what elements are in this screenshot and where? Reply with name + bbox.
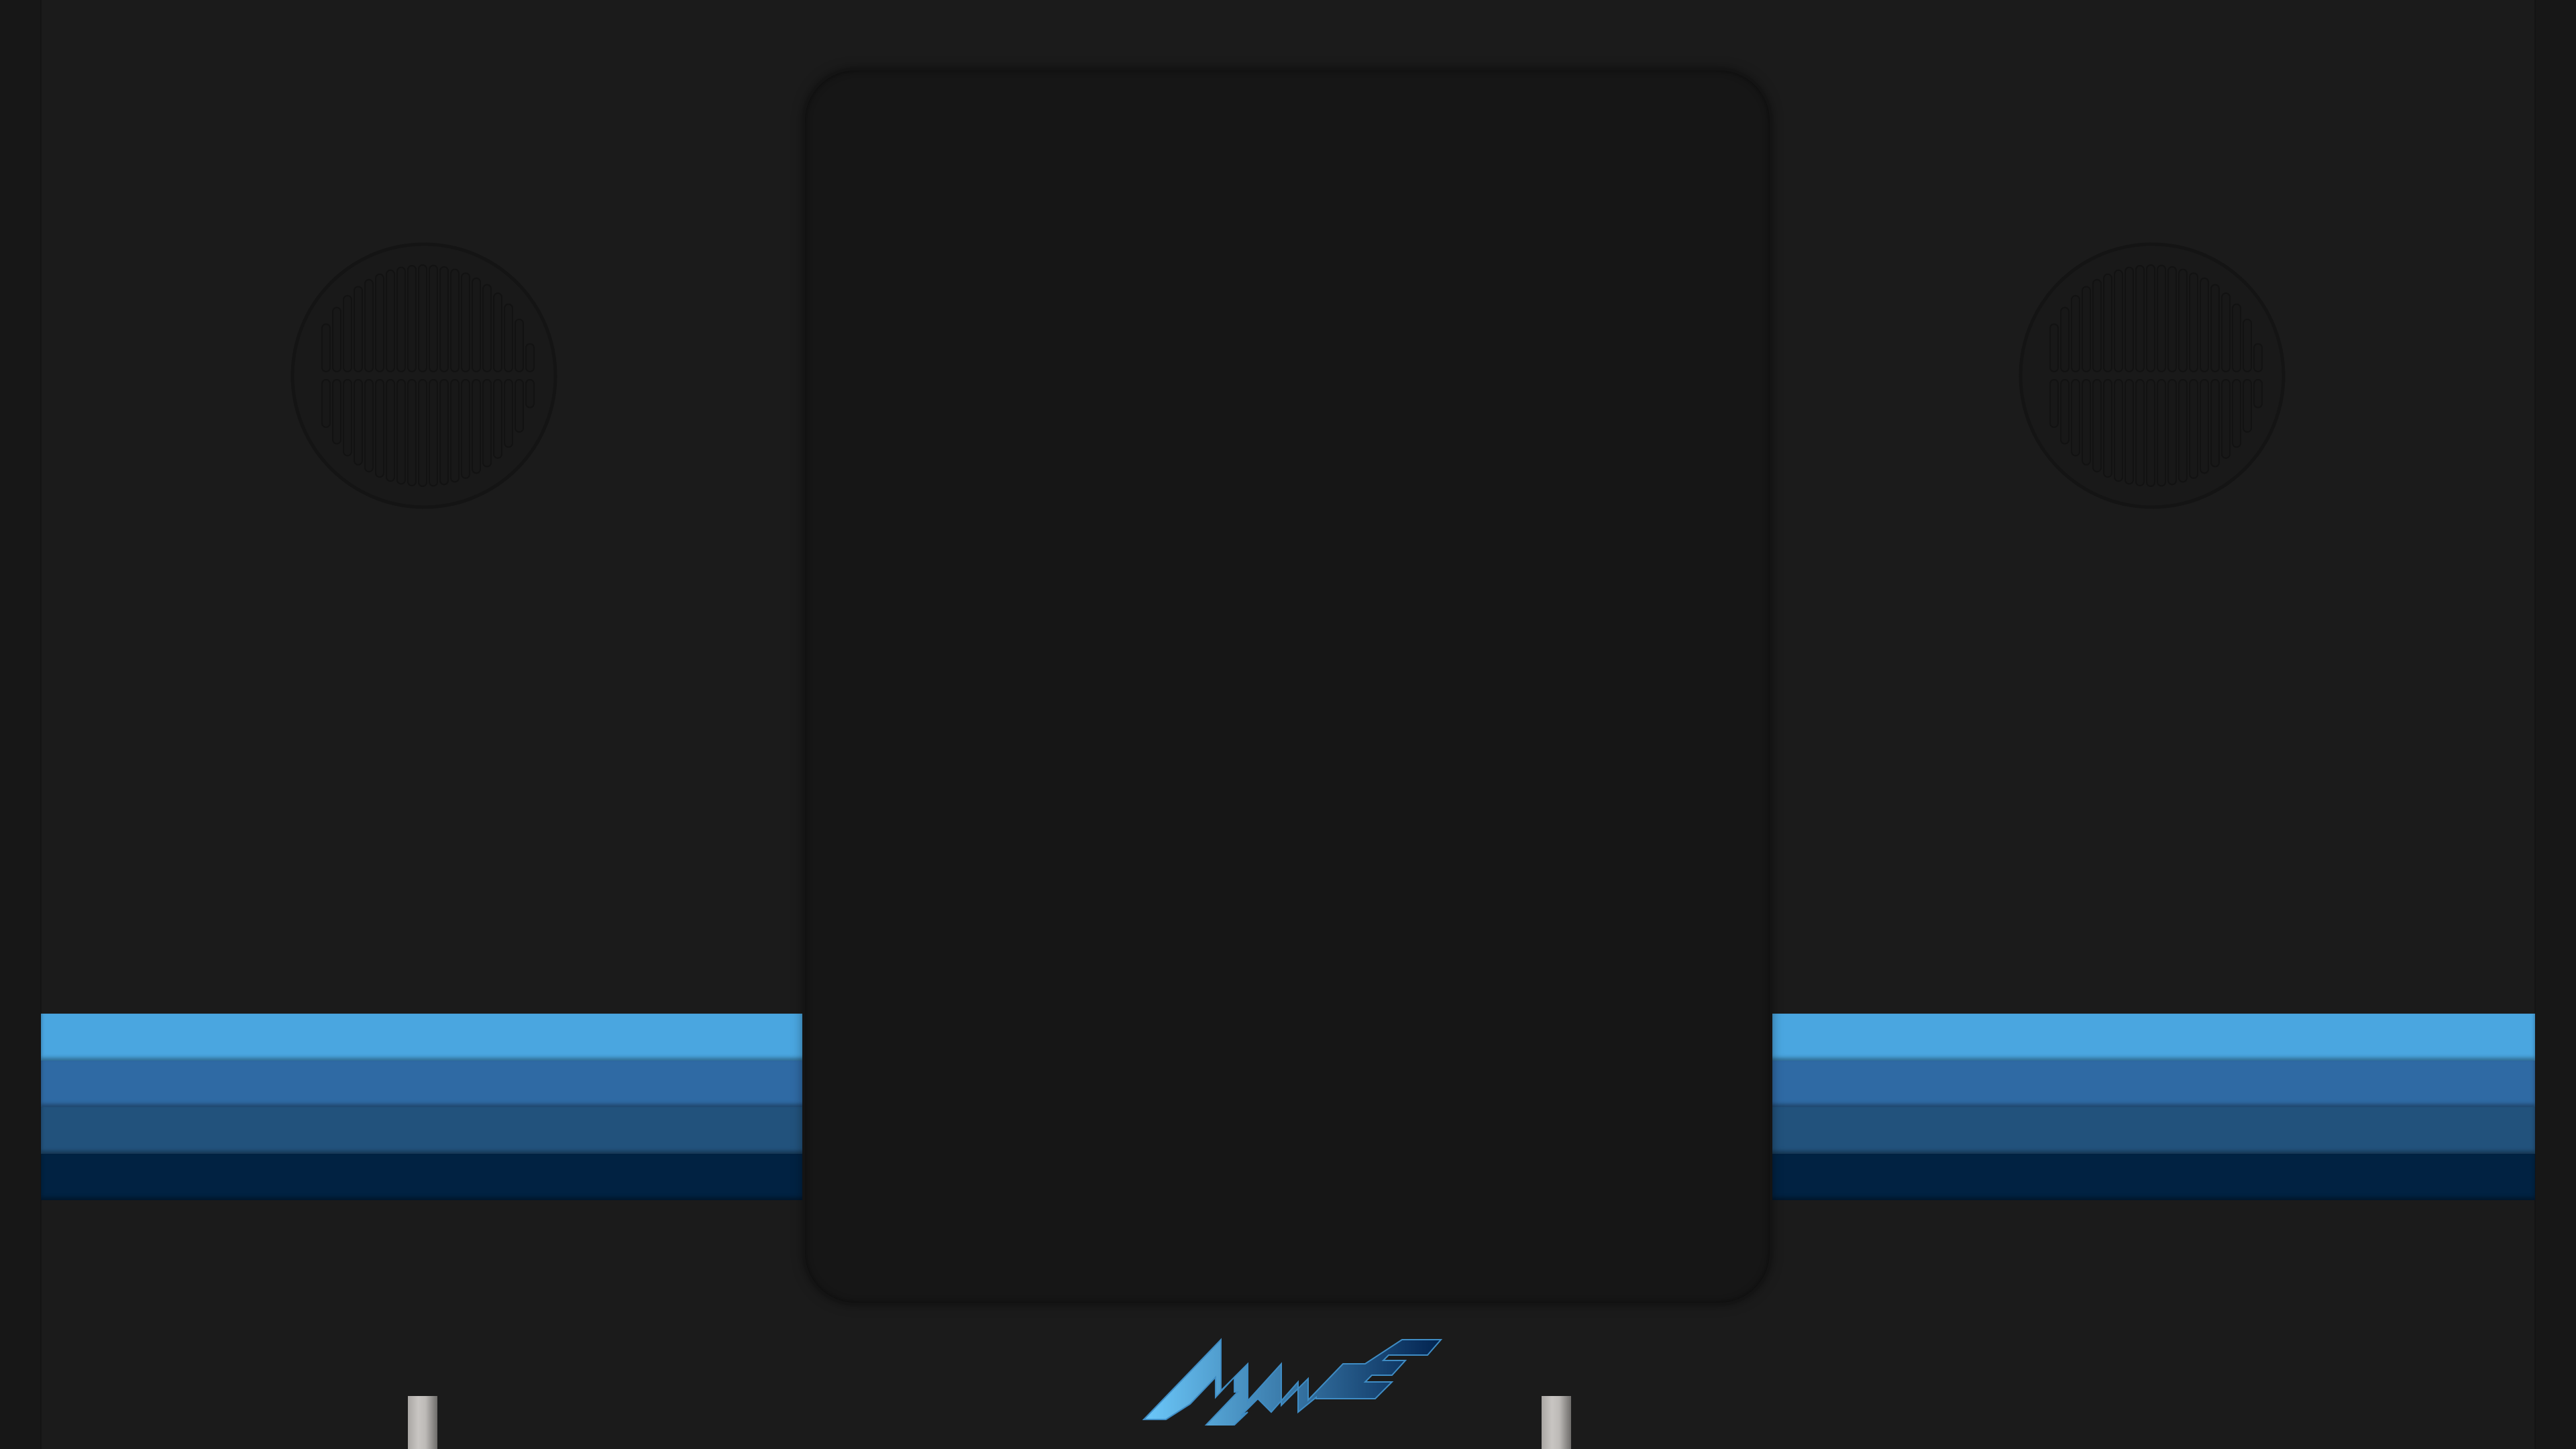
speaker-slot <box>407 379 417 487</box>
speaker-slot <box>2210 284 2220 372</box>
speaker-slot <box>343 379 352 457</box>
speaker-slot <box>2092 278 2102 372</box>
speaker-slot <box>364 278 374 372</box>
speaker-slot <box>2178 268 2188 372</box>
right-joystick-icon[interactable] <box>1542 1396 1571 1449</box>
speaker-slot <box>2060 307 2070 372</box>
mame-logo <box>1142 1338 1443 1426</box>
speaker-slot <box>2210 379 2220 468</box>
left-marquee-stripes <box>41 1014 806 1200</box>
speaker-slot <box>2221 292 2231 372</box>
speaker-slot <box>2167 379 2177 486</box>
speaker-slot <box>2071 294 2080 372</box>
speaker-slot <box>2135 379 2145 487</box>
speaker-slot <box>407 264 417 372</box>
speaker-slot <box>2135 264 2145 372</box>
left-speaker-icon <box>290 242 557 509</box>
speaker-slot <box>2243 379 2252 433</box>
speaker-slot <box>321 379 331 428</box>
marquee-stripe <box>41 1060 806 1107</box>
right-marquee-stripes <box>1770 1014 2535 1200</box>
speaker-slot <box>461 272 470 372</box>
right-speaker-icon <box>2019 242 2286 509</box>
speaker-slot <box>375 379 384 478</box>
cabinet-left-edge <box>0 0 42 1449</box>
speaker-slot <box>2049 379 2059 428</box>
speaker-slot <box>2232 379 2241 448</box>
speaker-slot <box>493 379 502 459</box>
speaker-slot <box>2071 379 2080 457</box>
speaker-slot <box>450 379 460 483</box>
speaker-slot <box>386 269 395 372</box>
speaker-slot <box>2200 277 2209 372</box>
cabinet-right-edge <box>2534 0 2576 1449</box>
speaker-slot <box>332 307 341 372</box>
speaker-slot <box>396 266 406 372</box>
speaker-slot <box>2157 264 2166 372</box>
speaker-slot <box>504 303 513 372</box>
marquee-stripe <box>41 1014 806 1061</box>
speaker-slot <box>2146 379 2155 487</box>
speaker-slot <box>354 286 363 373</box>
speaker-slot <box>2232 303 2241 372</box>
speaker-slot <box>2060 379 2070 445</box>
left-joystick-icon[interactable] <box>408 1396 437 1449</box>
speaker-slot <box>2114 379 2123 482</box>
speaker-slot <box>461 379 470 479</box>
speaker-slot <box>354 379 363 466</box>
speaker-slot <box>439 266 449 372</box>
speaker-slot <box>418 264 427 372</box>
speaker-slot <box>2221 379 2231 459</box>
marquee-stripe <box>1770 1060 2535 1107</box>
speaker-slot <box>2167 266 2177 372</box>
speaker-slot <box>493 292 502 372</box>
game-screen[interactable] <box>805 70 1770 1303</box>
speaker-slot <box>386 379 395 482</box>
speaker-slot <box>2146 264 2155 372</box>
speaker-slot <box>2157 379 2166 487</box>
speaker-slot <box>2049 323 2059 372</box>
speaker-slot <box>2092 379 2102 473</box>
speaker-slot <box>515 379 524 433</box>
speaker-slot <box>515 318 524 372</box>
speaker-slot <box>2253 379 2263 409</box>
speaker-slot <box>2103 273 2112 372</box>
speaker-slot <box>2103 379 2112 478</box>
speaker-slot <box>439 379 449 486</box>
speaker-slot <box>525 343 535 372</box>
speaker-slot <box>450 268 460 372</box>
marquee-stripe <box>1770 1107 2535 1154</box>
speaker-slot <box>2253 343 2263 372</box>
speaker-slot <box>525 379 535 409</box>
speaker-slot <box>332 379 341 445</box>
speaker-slot <box>321 323 331 372</box>
speaker-slot <box>482 379 492 468</box>
speaker-slot <box>2082 286 2091 373</box>
speaker-slot <box>2125 266 2134 372</box>
speaker-slot <box>396 379 406 485</box>
speaker-slot <box>472 277 481 372</box>
speaker-slot <box>472 379 481 474</box>
speaker-slot <box>2082 379 2091 466</box>
speaker-slot <box>504 379 513 448</box>
marquee-stripe <box>41 1153 806 1200</box>
speaker-slot <box>2114 269 2123 372</box>
speaker-slot <box>482 284 492 372</box>
speaker-slot <box>429 379 438 487</box>
speaker-slot <box>2200 379 2209 474</box>
speaker-slot <box>429 264 438 372</box>
speaker-slot <box>364 379 374 473</box>
speaker-slot <box>2189 379 2198 479</box>
speaker-slot <box>2243 318 2252 372</box>
marquee-stripe <box>1770 1153 2535 1200</box>
speaker-slot <box>418 379 427 487</box>
speaker-slot <box>2125 379 2134 485</box>
marquee-stripe <box>1770 1014 2535 1061</box>
speaker-slot <box>343 294 352 372</box>
speaker-slot <box>2189 272 2198 372</box>
speaker-slot <box>2178 379 2188 483</box>
mame-logo-wordmark <box>1142 1338 1443 1426</box>
marquee-stripe <box>41 1107 806 1154</box>
speaker-slot <box>375 273 384 372</box>
